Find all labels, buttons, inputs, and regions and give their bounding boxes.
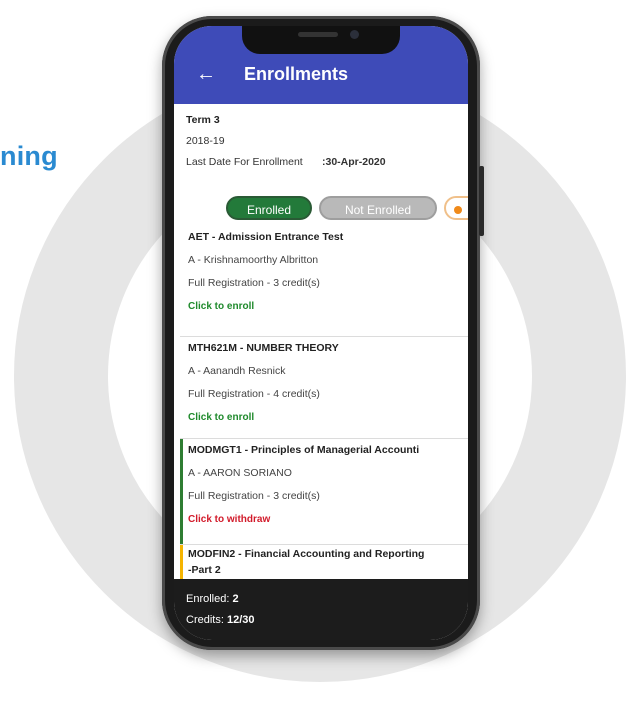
pending-status-bar	[180, 545, 183, 581]
status-dot-icon	[454, 206, 462, 214]
side-heading-fragment: ning	[0, 141, 58, 171]
phone-frame: ← Enrollments Term 3 2018-19 Last Date F…	[162, 16, 484, 650]
enroll-link[interactable]: Click to enroll	[188, 295, 468, 318]
course-name: AET - Admission Entrance Test	[188, 231, 344, 243]
course-name-continued: -Part 2	[188, 564, 221, 576]
last-date-label: Last Date For Enrollment	[186, 156, 303, 168]
phone-notch	[242, 26, 400, 54]
front-camera	[350, 30, 359, 39]
last-date-value: :30-Apr-2020	[322, 156, 386, 168]
tab-not-enrolled[interactable]: Not Enrolled	[319, 196, 437, 220]
withdraw-link[interactable]: Click to withdraw	[188, 508, 468, 531]
phone-screen: ← Enrollments Term 3 2018-19 Last Date F…	[174, 26, 468, 640]
course-card[interactable]: MODMGT1 - Principles of Managerial Accou…	[180, 439, 468, 545]
course-section: A - Krishnamoorthy Albritton	[188, 254, 319, 266]
course-section: A - Aanandh Resnick	[188, 365, 286, 377]
tab-enrolled[interactable]: Enrolled	[226, 196, 312, 220]
enrolled-count: Enrolled: 2	[186, 593, 239, 605]
course-section: A - AARON SORIANO	[188, 467, 292, 479]
enroll-link[interactable]: Click to enroll	[188, 406, 468, 429]
course-name: MODMGT1 - Principles of Managerial Accou…	[188, 444, 420, 456]
course-name: MTH621M - NUMBER THEORY	[188, 342, 339, 354]
course-card[interactable]: AET - Admission Entrance Test A - Krishn…	[180, 226, 468, 337]
course-name: MODFIN2 - Financial Accounting and Repor…	[188, 548, 425, 560]
course-registration: Full Registration - 3 credit(s)	[188, 277, 320, 289]
course-card[interactable]: MTH621M - NUMBER THEORY A - Aanandh Resn…	[180, 337, 468, 439]
term-label: Term 3	[186, 114, 220, 126]
credits-count: Credits: 12/30	[186, 614, 255, 626]
academic-year: 2018-19	[186, 135, 225, 147]
term-info: Term 3 2018-19 Last Date For Enrollment:…	[186, 110, 466, 173]
arrow-left-icon[interactable]: ←	[196, 64, 216, 84]
speaker-grille	[298, 32, 338, 37]
summary-footer: Enrolled: 2 Credits: 12/30	[174, 579, 468, 640]
course-card[interactable]: MODFIN2 - Financial Accounting and Repor…	[180, 545, 468, 581]
last-date-row: Last Date For Enrollment :30-Apr-2020	[186, 152, 466, 173]
filter-tabs: Enrolled Not Enrolled	[226, 196, 468, 220]
page-title: Enrollments	[244, 64, 349, 84]
tab-more[interactable]	[444, 196, 468, 220]
course-registration: Full Registration - 3 credit(s)	[188, 490, 320, 502]
enrolled-status-bar	[180, 439, 183, 544]
course-registration: Full Registration - 4 credit(s)	[188, 388, 320, 400]
